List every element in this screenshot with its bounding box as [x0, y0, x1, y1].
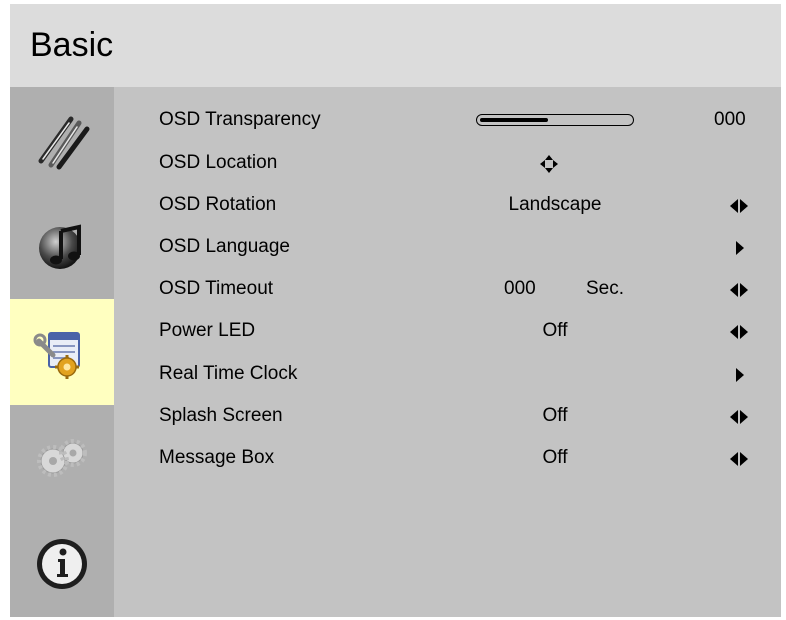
rotation-value: Landscape — [508, 194, 602, 215]
music-note-icon — [39, 224, 81, 269]
sidebar — [10, 87, 114, 617]
timeout-unit: Sec. — [586, 278, 625, 299]
osd-menu: Basic OSD Transparency 000 OSD Location … — [10, 4, 781, 617]
setting-label: OSD Transparency — [159, 109, 321, 130]
setting-osd-location[interactable]: OSD Location — [114, 143, 781, 185]
setting-label: Message Box — [159, 447, 275, 468]
setting-real-time-clock[interactable]: Real Time Clock — [114, 354, 781, 396]
sidebar-item-tools[interactable] — [10, 87, 114, 193]
setting-message-box[interactable]: Message Box Off — [114, 438, 781, 480]
setting-label: Power LED — [159, 320, 256, 341]
setting-label: OSD Rotation — [159, 194, 277, 215]
setting-osd-timeout[interactable]: OSD Timeout 000 Sec. — [114, 269, 781, 311]
setting-splash-screen[interactable]: Splash Screen Off — [114, 396, 781, 438]
setting-label: Real Time Clock — [159, 363, 298, 384]
pens-icon — [38, 116, 90, 170]
transparency-value: 000 — [714, 109, 746, 130]
left-right-arrow-icon[interactable] — [729, 451, 749, 467]
message-box-value: Off — [542, 447, 568, 468]
setting-label: OSD Timeout — [159, 278, 274, 299]
header-bar: Basic — [10, 4, 781, 87]
setting-osd-transparency[interactable]: OSD Transparency 000 — [114, 100, 781, 142]
sidebar-item-information[interactable] — [10, 511, 114, 617]
splash-screen-value: Off — [542, 405, 568, 426]
timeout-value: 000 — [504, 278, 536, 299]
setting-label: OSD Language — [159, 236, 290, 257]
page-title: Basic — [30, 26, 114, 64]
right-arrow-icon[interactable] — [729, 367, 749, 383]
setting-label: OSD Location — [159, 152, 278, 173]
setting-power-led[interactable]: Power LED Off — [114, 311, 781, 353]
sidebar-item-basic-settings[interactable] — [10, 299, 114, 405]
gears-icon — [37, 439, 87, 477]
setting-osd-rotation[interactable]: OSD Rotation Landscape — [114, 185, 781, 227]
sidebar-item-audio[interactable] — [10, 193, 114, 299]
right-arrow-icon[interactable] — [729, 240, 749, 256]
power-led-value: Off — [542, 320, 568, 341]
setting-osd-language[interactable]: OSD Language — [114, 227, 781, 269]
settings-list: OSD Transparency 000 OSD Location OSD Ro… — [114, 87, 781, 617]
info-icon — [37, 539, 87, 589]
left-right-arrow-icon[interactable] — [729, 409, 749, 425]
settings-window-icon — [33, 332, 80, 379]
left-right-arrow-icon[interactable] — [729, 198, 749, 214]
left-right-arrow-icon[interactable] — [729, 282, 749, 298]
left-right-arrow-icon[interactable] — [729, 324, 749, 340]
sidebar-item-advanced[interactable] — [10, 405, 114, 511]
transparency-slider[interactable] — [476, 114, 634, 126]
setting-label: Splash Screen — [159, 405, 283, 426]
slider-fill — [480, 117, 548, 122]
four-way-arrow-icon — [540, 155, 558, 173]
